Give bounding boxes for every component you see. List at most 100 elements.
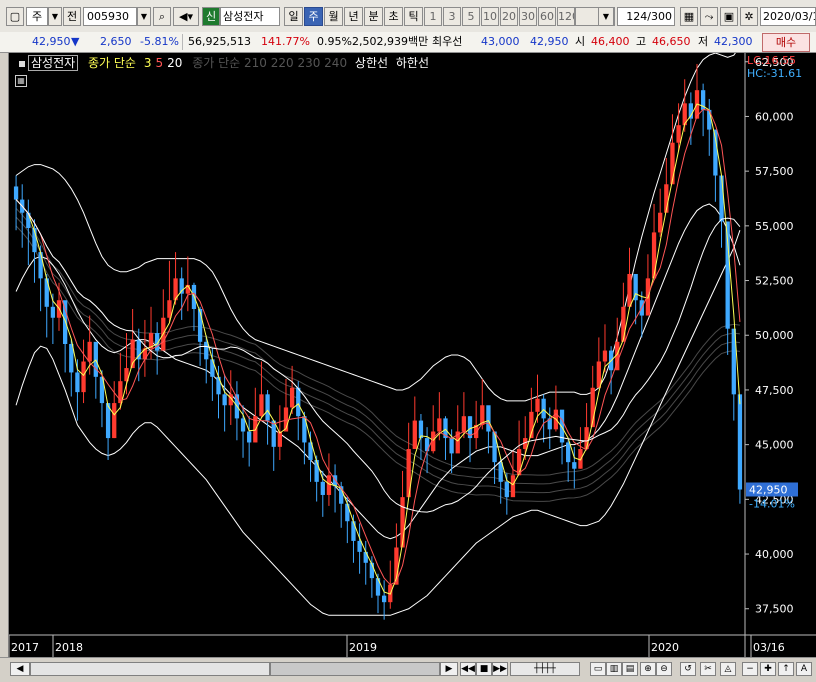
candle-body — [602, 350, 608, 362]
price-chart[interactable]: 37,50040,00042,50045,00047,50050,00052,5… — [9, 53, 816, 657]
candle-body — [314, 459, 319, 482]
period-tab[interactable]: 초 — [384, 7, 403, 26]
candle-body — [627, 273, 632, 307]
chart-settings-icon[interactable]: ▢ — [6, 7, 24, 26]
gear-icon[interactable]: ✲ — [740, 7, 758, 26]
candle-body — [504, 481, 509, 498]
candle-body — [486, 405, 491, 432]
period-tab[interactable]: 월 — [324, 7, 343, 26]
x-label-2020: 2020 — [651, 641, 679, 654]
price-change: 2,650 — [100, 35, 132, 48]
interval-button[interactable]: 120 — [557, 7, 575, 26]
x-label-2019: 2019 — [349, 641, 377, 654]
forward-icon[interactable]: ▶▶ — [492, 662, 508, 676]
y-tick-label: 47,500 — [755, 384, 794, 397]
period-tab[interactable]: 틱 — [404, 7, 423, 26]
save-icon[interactable]: ▣ — [720, 7, 738, 26]
divider — [182, 34, 183, 50]
y-tick-label: 50,000 — [755, 329, 794, 342]
volume-percent: 141.77% — [261, 35, 310, 48]
long-ma-line — [15, 216, 740, 494]
y-tick-label: 55,000 — [755, 220, 794, 233]
long-ma-line — [15, 208, 740, 485]
scroll-right-icon[interactable]: ▶ — [440, 662, 458, 676]
period-tab[interactable]: 분 — [364, 7, 383, 26]
interval-button[interactable]: 5 — [462, 7, 480, 26]
interval-dropdown-icon[interactable]: ▼ — [598, 7, 614, 26]
stock-name-field[interactable]: 삼성전자 — [220, 7, 280, 26]
candle-body — [240, 418, 246, 432]
stock-code-input[interactable]: 005930 — [83, 7, 137, 26]
text-tool-icon[interactable]: A — [796, 662, 812, 676]
scroll-left-icon[interactable]: ◀ — [10, 662, 30, 676]
open-label: 시 — [575, 35, 586, 48]
interval-button[interactable]: 60 — [538, 7, 556, 26]
candle-body — [658, 212, 663, 233]
candle-body — [277, 431, 282, 447]
candle-body — [566, 442, 571, 463]
interval-button[interactable]: 1 — [424, 7, 442, 26]
bottom-toolbar: ◀ ▶ ◀◀ ■ ▶▶ ┼┼┼┼ ▭ ▥ ▤ ⊕ ⊖ ↺ ✂ ◬ − ✚ ↑ A — [0, 657, 816, 682]
zoom-in-icon[interactable]: ⊕ — [640, 662, 656, 676]
chart-area[interactable]: 삼성전자 종가 단순 3 5 20 종가 단순 210 220 230 240 상한… — [8, 53, 816, 657]
market-select[interactable]: 주 — [26, 7, 48, 26]
candle-body — [38, 252, 43, 279]
rewind-icon[interactable]: ◀◀ — [460, 662, 476, 676]
horizontal-scroll-track[interactable] — [30, 662, 270, 676]
current-price: 42,950 — [32, 35, 71, 48]
period-tab[interactable]: 년 — [344, 7, 363, 26]
candle-body — [437, 418, 442, 432]
reset-icon[interactable]: ↺ — [680, 662, 696, 676]
long-ma-line — [15, 199, 740, 476]
data-count-field[interactable]: 124/300 — [617, 7, 675, 26]
x-label-date: 03/16 — [753, 641, 785, 654]
horizontal-scroll-thumb[interactable] — [270, 662, 440, 676]
panel-icon[interactable]: ▤ — [622, 662, 638, 676]
grid-icon[interactable]: ▦ — [680, 7, 698, 26]
candle-body — [363, 551, 368, 563]
minus-icon[interactable]: − — [742, 662, 758, 676]
candle-body — [676, 125, 681, 143]
candle-body — [651, 232, 657, 279]
scissors-icon[interactable]: ✂ — [700, 662, 716, 676]
main-toolbar: ▢ 주 ▼ 전 005930 ▼ ⌕ ◀▾ 신 삼성전자 일주월년분초틱 135… — [0, 0, 816, 33]
cross-icon[interactable]: ✚ — [760, 662, 776, 676]
candle-body — [510, 475, 516, 498]
interval-button[interactable]: 10 — [481, 7, 499, 26]
select-icon[interactable]: ◬ — [720, 662, 736, 676]
search-icon[interactable]: ⌕ — [153, 7, 171, 26]
zoom-slider[interactable]: ┼┼┼┼ — [510, 662, 580, 676]
y-tick-label: 40,000 — [755, 548, 794, 561]
y-tick-label: 57,500 — [755, 165, 794, 178]
y-tick-label: 60,000 — [755, 110, 794, 123]
candle-body — [572, 462, 577, 469]
candle-body — [87, 341, 92, 362]
window-icon[interactable]: ▭ — [590, 662, 606, 676]
upper-band-line — [15, 53, 736, 402]
change-percent: -5.81% — [140, 35, 179, 48]
interval-button[interactable]: 3 — [443, 7, 461, 26]
stop-icon[interactable]: ■ — [476, 662, 492, 676]
candle-body — [578, 449, 583, 469]
low-label: 저 — [698, 35, 709, 48]
line-tool-icon[interactable]: ⤳ — [700, 7, 718, 26]
interval-button[interactable]: 20 — [500, 7, 518, 26]
stock-code-dropdown-icon[interactable]: ▼ — [137, 7, 151, 26]
candle-body — [81, 361, 86, 393]
up-arrow-icon[interactable]: ↑ — [778, 662, 794, 676]
best-bid: 42,950 — [530, 35, 569, 48]
interval-button[interactable]: 30 — [519, 7, 537, 26]
candle-body — [541, 398, 546, 419]
market-dropdown-icon[interactable]: ▼ — [48, 7, 62, 26]
buy-button[interactable]: 매수 — [762, 33, 810, 52]
candle-body — [112, 403, 117, 439]
prev-button[interactable]: 전 — [63, 7, 81, 26]
candle-body — [75, 372, 80, 393]
speaker-icon[interactable]: ◀▾ — [173, 7, 199, 26]
date-input[interactable]: 2020/03/1 — [760, 7, 816, 26]
period-tab[interactable]: 주 — [304, 7, 323, 26]
layout-icon[interactable]: ▥ — [606, 662, 622, 676]
zoom-out-icon[interactable]: ⊖ — [656, 662, 672, 676]
period-tab[interactable]: 일 — [284, 7, 303, 26]
candle-body — [13, 186, 19, 200]
